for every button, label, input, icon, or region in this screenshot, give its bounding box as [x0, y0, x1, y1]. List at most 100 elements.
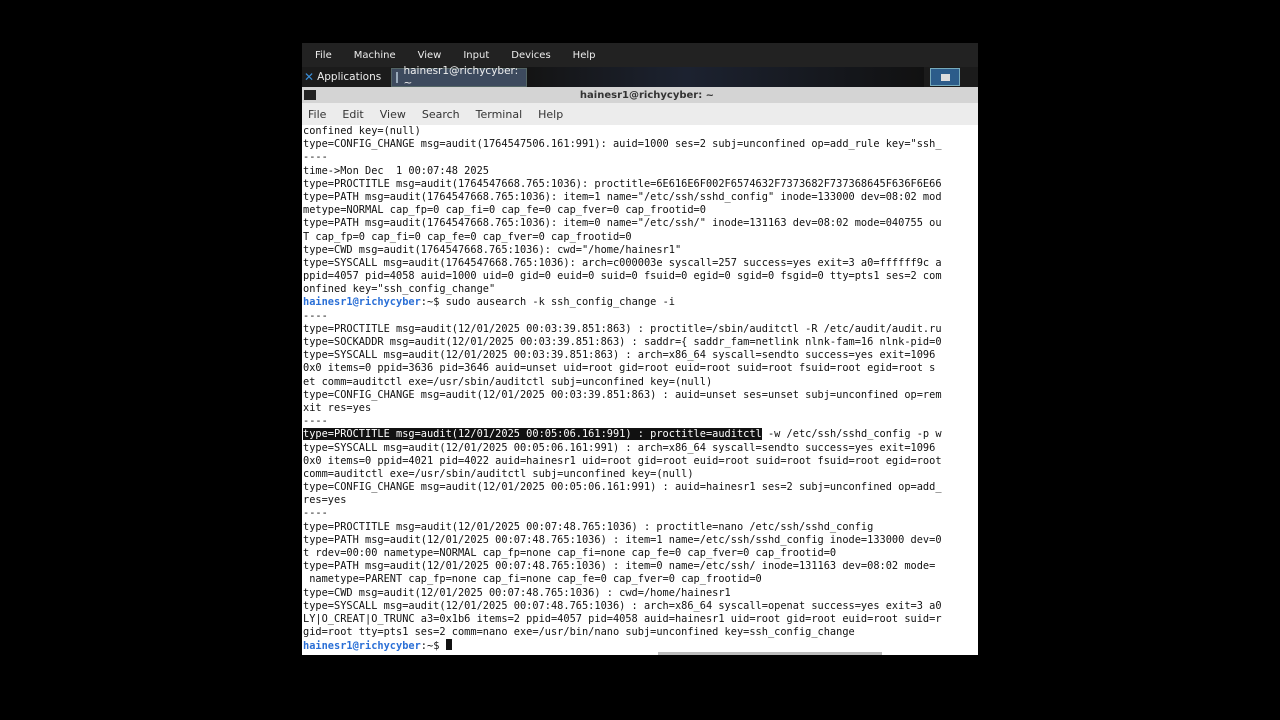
line-text: ---- — [303, 309, 328, 322]
terminal-icon — [396, 71, 399, 83]
desktop-icon — [940, 73, 950, 81]
terminal-output[interactable]: confined key=(null) type=CONFIG_CHANGE ms… — [302, 125, 978, 655]
taskbar-item-terminal[interactable]: hainesr1@richycyber: ~ — [391, 65, 528, 89]
terminal-line: time->Mon Dec 1 00:07:48 2025 — [303, 165, 942, 178]
terminal-line: type=SOCKADDR msg=audit(12/01/2025 00:03… — [303, 336, 942, 349]
terminal-line: ---- — [303, 415, 942, 428]
terminal-line: comm=auditctl exe=/usr/sbin/auditctl sub… — [303, 468, 942, 481]
line-text: ppid=4057 pid=4058 auid=1000 uid=0 gid=0… — [303, 270, 942, 283]
terminal-line: type=PROCTITLE msg=audit(12/01/2025 00:0… — [303, 521, 942, 534]
line-text: type=PATH msg=audit(1764547668.765:1036)… — [303, 190, 942, 203]
terminal-line: metype=NORMAL cap_fp=0 cap_fi=0 cap_fe=0… — [303, 204, 942, 217]
line-text: :~$ sudo ausearch -k ssh_config_change -… — [420, 296, 675, 309]
line-text: res=yes — [303, 494, 347, 507]
desktop-panel: ✕ Applications hainesr1@richycyber: ~ — [302, 65, 978, 89]
terminal-line: type=CWD msg=audit(12/01/2025 00:07:48.7… — [303, 587, 942, 600]
terminal-line: type=SYSCALL msg=audit(12/01/2025 00:07:… — [303, 600, 942, 613]
line-text: type=CONFIG_CHANGE msg=audit(12/01/2025 … — [303, 388, 942, 401]
terminal-menu-item[interactable]: Help — [538, 108, 569, 121]
terminal-line: type=PATH msg=audit(1764547668.765:1036)… — [303, 191, 942, 204]
vbox-menu-item[interactable]: Help — [564, 50, 605, 61]
line-text: type=SYSCALL msg=audit(12/01/2025 00:07:… — [303, 599, 942, 612]
show-desktop-button[interactable] — [930, 68, 960, 86]
line-text: type=PATH msg=audit(1764547668.765:1036)… — [303, 217, 942, 230]
terminal-line: gid=root tty=pts1 ses=2 comm=nano exe=/u… — [303, 626, 942, 639]
shell-prompt: hainesr1@richycyber — [303, 640, 421, 653]
vbox-menu-item[interactable]: File — [306, 50, 341, 61]
terminal-line: type=PROCTITLE msg=audit(12/01/2025 00:0… — [303, 428, 942, 441]
line-text: type=PATH msg=audit(12/01/2025 00:07:48.… — [303, 533, 942, 546]
terminal-window-icon — [304, 90, 316, 100]
vbox-menu-bar: File Machine View Input Devices Help — [302, 43, 978, 67]
line-text: LY|O_CREAT|O_TRUNC a3=0x1b6 items=2 ppid… — [303, 612, 942, 625]
terminal-line: type=PATH msg=audit(12/01/2025 00:07:48.… — [303, 534, 942, 547]
terminal-line: ppid=4057 pid=4058 auid=1000 uid=0 gid=0… — [303, 270, 942, 283]
window-titlebar[interactable]: hainesr1@richycyber: ~ — [302, 87, 978, 103]
vbox-menu-item[interactable]: View — [409, 50, 451, 61]
terminal-line: type=CWD msg=audit(1764547668.765:1036):… — [303, 244, 942, 257]
terminal-line: T cap_fp=0 cap_fi=0 cap_fe=0 cap_fver=0 … — [303, 231, 942, 244]
applications-label: Applications — [317, 71, 382, 83]
terminal-line: nametype=PARENT cap_fp=none cap_fi=none … — [303, 573, 942, 586]
terminal-line: ---- — [303, 151, 942, 164]
vbox-menu-item[interactable]: Input — [454, 50, 498, 61]
line-text: :~$ — [420, 640, 446, 653]
applications-menu[interactable]: ✕ Applications — [302, 67, 387, 87]
terminal-line: et comm=auditctl exe=/usr/sbin/auditctl … — [303, 376, 942, 389]
shell-prompt: hainesr1@richycyber — [303, 296, 421, 309]
line-text: type=PROCTITLE msg=audit(1764547668.765:… — [303, 177, 942, 190]
terminal-menu-item[interactable]: Edit — [342, 108, 369, 121]
terminal-line: type=CONFIG_CHANGE msg=audit(1764547506.… — [303, 138, 942, 151]
terminal-line: type=PATH msg=audit(1764547668.765:1036)… — [303, 217, 942, 230]
line-text: 0x0 items=0 ppid=3636 pid=3646 auid=unse… — [303, 362, 936, 375]
terminal-line: xit res=yes — [303, 402, 942, 415]
vbox-menu-item[interactable]: Machine — [345, 50, 405, 61]
terminal-menu-item[interactable]: Terminal — [476, 108, 529, 121]
line-text: type=CONFIG_CHANGE msg=audit(1764547506.… — [303, 138, 942, 151]
line-text: 0x0 items=0 ppid=4021 pid=4022 auid=hain… — [303, 454, 942, 467]
terminal-menu-item[interactable]: File — [308, 108, 332, 121]
line-text: confined key=(null) — [303, 125, 421, 137]
line-text: type=SYSCALL msg=audit(12/01/2025 00:03:… — [303, 349, 942, 362]
line-text: T cap_fp=0 cap_fi=0 cap_fe=0 cap_fver=0 … — [303, 230, 632, 243]
taskbar-item-label: hainesr1@richycyber: ~ — [403, 65, 519, 89]
line-text: nametype=PARENT cap_fp=none cap_fi=none … — [303, 573, 762, 586]
vm-window: File Machine View Input Devices Help ✕ Applic… — [302, 43, 978, 670]
line-text: ---- — [303, 507, 328, 520]
terminal-line: type=SYSCALL msg=audit(1764547668.765:10… — [303, 257, 942, 270]
terminal-line: type=PROCTITLE msg=audit(1764547668.765:… — [303, 178, 942, 191]
line-text: type=SYSCALL msg=audit(12/01/2025 00:05:… — [303, 441, 942, 454]
line-text: type=CWD msg=audit(12/01/2025 00:07:48.7… — [303, 586, 731, 599]
terminal-menu-item[interactable]: View — [380, 108, 412, 121]
line-text: xit res=yes — [303, 401, 372, 414]
line-text: type=CONFIG_CHANGE msg=audit(12/01/2025 … — [303, 481, 942, 494]
line-text: comm=auditctl exe=/usr/sbin/auditctl sub… — [303, 467, 694, 480]
terminal-menu-bar: File Edit View Search Terminal Help — [302, 103, 978, 125]
selected-text[interactable]: type=PROCTITLE msg=audit(12/01/2025 00:0… — [303, 428, 762, 441]
terminal-line: t rdev=00:00 nametype=NORMAL cap_fp=none… — [303, 547, 942, 560]
line-text: type=CWD msg=audit(1764547668.765:1036):… — [303, 243, 682, 256]
line-text: t rdev=00:00 nametype=NORMAL cap_fp=none… — [303, 547, 837, 559]
terminal-line: hainesr1@richycyber:~$ sudo ausearch -k … — [303, 296, 942, 309]
terminal-line: hainesr1@richycyber:~$ — [303, 639, 942, 652]
vm-status-bar — [302, 655, 978, 670]
line-text: type=PROCTITLE msg=audit(12/01/2025 00:0… — [303, 520, 874, 533]
line-text: ---- — [303, 415, 328, 428]
terminal-line: type=SYSCALL msg=audit(12/01/2025 00:05:… — [303, 442, 942, 455]
terminal-line: ---- — [303, 507, 942, 520]
terminal-line: onfined key="ssh_config_change" — [303, 283, 942, 296]
line-text: gid=root tty=pts1 ses=2 comm=nano exe=/u… — [303, 626, 855, 639]
panel-spacer — [527, 67, 924, 87]
line-text: type=SOCKADDR msg=audit(12/01/2025 00:03… — [303, 336, 942, 348]
line-text: -w /etc/ssh/sshd_config -p w — [761, 428, 942, 441]
terminal-line: type=CONFIG_CHANGE msg=audit(12/01/2025 … — [303, 389, 942, 402]
line-text: type=SYSCALL msg=audit(1764547668.765:10… — [303, 256, 942, 269]
terminal-lines: confined key=(null) type=CONFIG_CHANGE ms… — [303, 125, 942, 653]
terminal-line: type=PROCTITLE msg=audit(12/01/2025 00:0… — [303, 323, 942, 336]
vbox-menu-item[interactable]: Devices — [502, 50, 559, 61]
terminal-menu-item[interactable]: Search — [422, 108, 466, 121]
text-cursor — [445, 639, 452, 651]
line-text: onfined key="ssh_config_change" — [303, 283, 496, 296]
terminal-line: res=yes — [303, 494, 942, 507]
terminal-line: type=CONFIG_CHANGE msg=audit(12/01/2025 … — [303, 481, 942, 494]
